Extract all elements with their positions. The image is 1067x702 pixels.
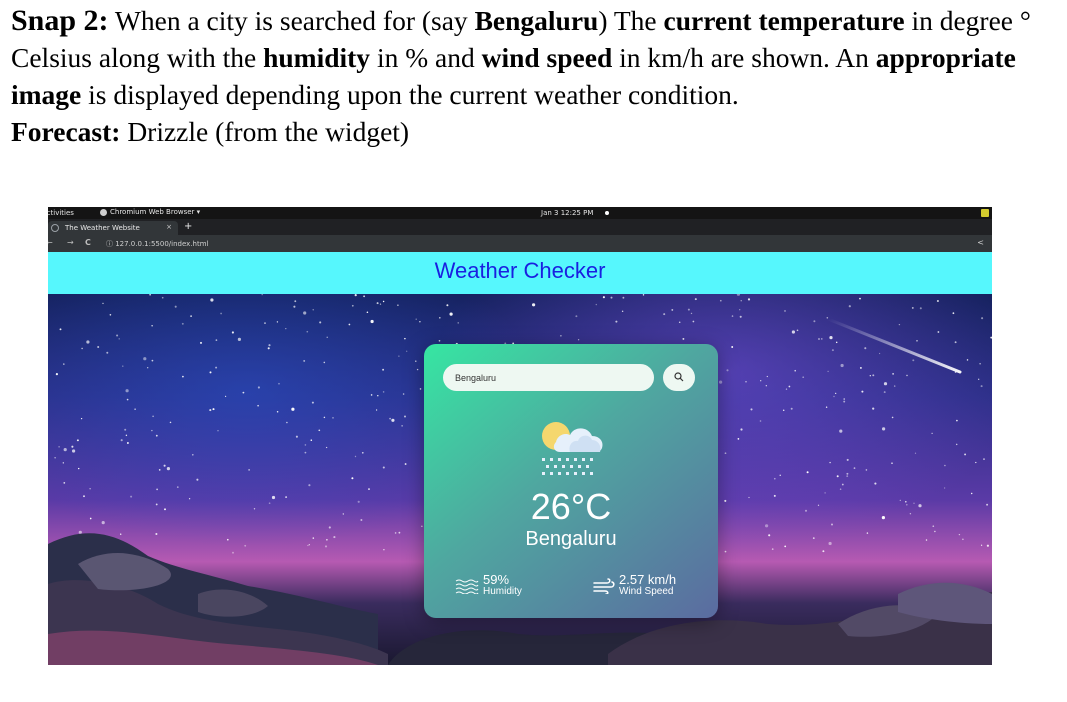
weather-page: Weather Checker Bengaluru 26°C Bengaluru… [48,252,992,665]
weather-card: 26°C Bengaluru 59% Humidity [424,344,718,618]
humidity-icon [455,579,479,594]
search-icon [674,372,684,382]
caption-bold: appropriate [875,42,1016,73]
chromium-icon [100,208,107,216]
caption-text: When a city is searched for (say [108,5,475,36]
tab-title: The Weather Website [65,224,140,232]
caption-line-1: Snap 2: When a city is searched for (say… [11,2,1061,39]
humidity-text: 59% Humidity [483,573,522,598]
app-menu[interactable]: Chromium Web Browser ▾ [100,208,200,216]
document-caption: Snap 2: When a city is searched for (say… [11,2,1061,150]
city-search-input[interactable] [443,364,654,391]
caption-text: is displayed depending upon the current … [81,79,739,110]
caption-text: in % and [370,42,482,73]
share-icon[interactable]: < [977,238,984,247]
clock[interactable]: Jan 3 12:25 PM [541,209,593,217]
forward-icon[interactable]: → [67,238,74,247]
tab-bar: The Weather Website × + [48,219,992,235]
humidity-label: Humidity [483,586,522,597]
page-title: Weather Checker [434,258,606,283]
city-name: Bengaluru [525,528,617,550]
tab-weather-website[interactable]: The Weather Website × [48,221,178,235]
wind-block: 2.57 km/h Wind Speed [593,573,676,598]
new-tab-button[interactable]: + [184,221,192,232]
caption-text: in km/h are shown. An [612,42,876,73]
caption-line-4: Forecast: Drizzle (from the widget) [11,113,1061,150]
humidity-block: 59% Humidity [455,573,522,598]
app-menu-label: Chromium Web Browser ▾ [110,208,201,216]
caption-line-3: image is displayed depending upon the cu… [11,76,1061,113]
wind-text: 2.57 km/h Wind Speed [619,573,676,598]
notification-dot-icon [605,211,609,215]
humidity-value: 59% [483,572,510,587]
desktop-top-bar: Activities Chromium Web Browser ▾ Jan 3 … [48,207,992,219]
caption-bold: Bengaluru [474,5,599,36]
caption-text: in degree ° [904,5,1031,36]
page-header: Weather Checker [48,252,992,294]
globe-icon [51,224,59,232]
wind-value: 2.57 km/h [619,572,677,587]
back-icon[interactable]: ← [48,238,53,247]
caption-text: Celsius along with the [11,42,264,73]
url-field[interactable]: ⓘ 127.0.0.1:5500/index.html [106,239,208,249]
drizzle-icon [542,422,603,475]
temperature-value: 26°C [530,486,612,527]
caption-text: ) The [598,5,664,36]
browser-screenshot: Activities Chromium Web Browser ▾ Jan 3 … [48,207,992,665]
search-button[interactable] [663,364,695,391]
tray-icon[interactable] [981,209,989,217]
wind-label: Wind Speed [619,586,674,597]
snap-label: Snap 2: [11,4,109,37]
caption-bold: image [11,79,82,110]
activities-button[interactable]: Activities [48,209,74,217]
forecast-label: Forecast: [11,116,121,147]
caption-line-2: Celsius along with the humidity in % and… [11,39,1061,76]
caption-text: Drizzle (from the widget) [120,116,410,147]
wind-icon [593,577,615,594]
address-bar-row: ← → C ⓘ 127.0.0.1:5500/index.html < [48,235,992,252]
reload-icon[interactable]: C [85,238,91,247]
caption-bold: current temperature [663,5,905,36]
caption-bold: wind speed [481,42,613,73]
caption-bold: humidity [263,42,371,73]
close-tab-icon[interactable]: × [166,223,172,231]
